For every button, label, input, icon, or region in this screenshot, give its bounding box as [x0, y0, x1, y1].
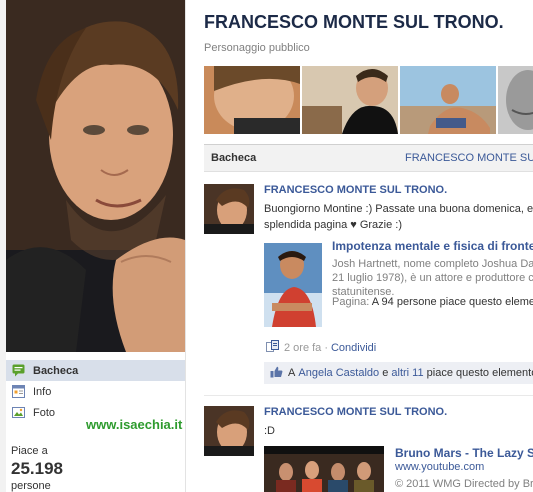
- post-body: FRANCESCO MONTE SUL TRONO. Buongiorno Mo…: [264, 184, 533, 233]
- attachment-description-line: Josh Hartnett, nome completo Joshua Dar: [332, 258, 533, 270]
- post-time[interactable]: 2 ore fa: [284, 342, 321, 354]
- likes-count: 25.198: [11, 459, 63, 478]
- attachment-title[interactable]: Impotenza mentale e fisica di fronte: [332, 239, 533, 253]
- attachment-meta-text: A 94 persone piace questo elemen: [371, 296, 533, 308]
- wall-tabs: Bacheca FRANCESCO MONTE SUL TR: [204, 144, 533, 172]
- strip-photo[interactable]: [204, 66, 300, 134]
- sidebar-nav: Bacheca Info Foto: [6, 360, 185, 423]
- post-message-line: splendida pagina ♥ Grazie :): [264, 219, 402, 231]
- strip-photo[interactable]: [302, 66, 398, 134]
- photo-icon: [12, 406, 25, 419]
- attachment-description: Josh Hartnett, nome completo Joshua Dar …: [332, 257, 533, 299]
- thumbs-up-icon: [270, 366, 283, 381]
- strip-photo[interactable]: [400, 66, 496, 134]
- strip-photo[interactable]: [498, 66, 533, 134]
- likes-box: Piace a 25.198 persone: [11, 445, 63, 492]
- video-thumbnail[interactable]: [264, 446, 384, 492]
- likes-suffix: piace questo elemento: [426, 367, 533, 379]
- attachment-thumbnail[interactable]: [264, 243, 322, 327]
- sidebar-item-label: Foto: [33, 406, 56, 419]
- attachment-meta-label: Pagina:: [332, 296, 370, 308]
- post-message: :D: [264, 425, 275, 437]
- tab-page-name[interactable]: FRANCESCO MONTE SUL TR: [405, 152, 533, 164]
- share-status-icon: [266, 340, 280, 355]
- post-avatar[interactable]: [204, 184, 254, 234]
- post-body: FRANCESCO MONTE SUL TRONO. :D: [264, 406, 533, 439]
- profile-picture[interactable]: [6, 0, 185, 352]
- video-title[interactable]: Bruno Mars - The Lazy So: [395, 446, 533, 460]
- post-author[interactable]: FRANCESCO MONTE SUL TRONO.: [264, 406, 533, 418]
- page-title[interactable]: FRANCESCO MONTE SUL TRONO.: [204, 12, 504, 33]
- likes-unit: persone: [11, 480, 51, 492]
- video-url[interactable]: www.youtube.com: [395, 461, 484, 473]
- post-likes-bar: A Angela Castaldo e altri 11 piace quest…: [264, 362, 533, 384]
- likes-label: Piace a: [11, 445, 48, 457]
- sidebar-item-info[interactable]: Info: [6, 381, 185, 402]
- post-message-line: Buongiorno Montine :) Passate una buona …: [264, 203, 533, 215]
- attachment-description-line: 21 luglio 1978), è un attore e produttor…: [332, 272, 533, 284]
- wall-post: FRANCESCO MONTE SUL TRONO. :D Bruno Mars…: [204, 406, 533, 492]
- post-footer: 2 ore fa · Condividi: [266, 340, 376, 355]
- main-content: FRANCESCO MONTE SUL TRONO. Personaggio p…: [186, 0, 533, 492]
- post-divider: [204, 395, 533, 396]
- attachment-meta: Pagina: A 94 persone piace questo elemen: [332, 296, 533, 308]
- video-description: © 2011 WMG Directed by Bru: [395, 478, 533, 490]
- wall-post: FRANCESCO MONTE SUL TRONO. Buongiorno Mo…: [204, 184, 533, 394]
- sidebar-item-wall[interactable]: Bacheca: [6, 360, 185, 381]
- liker-name-link[interactable]: Angela Castaldo: [298, 367, 379, 379]
- post-author[interactable]: FRANCESCO MONTE SUL TRONO.: [264, 184, 533, 196]
- footer-separator: ·: [324, 341, 328, 354]
- post-message: Buongiorno Montine :) Passate una buona …: [264, 201, 533, 233]
- sidebar-item-label: Info: [33, 385, 52, 398]
- page-category: Personaggio pubblico: [204, 42, 310, 54]
- other-likers-link[interactable]: altri 11: [391, 367, 423, 379]
- photo-strip: [204, 66, 533, 134]
- info-icon: [12, 385, 25, 398]
- tab-wall[interactable]: Bacheca: [211, 152, 256, 164]
- share-link[interactable]: Condividi: [331, 342, 376, 354]
- post-avatar[interactable]: [204, 406, 254, 456]
- wall-icon: [12, 364, 25, 377]
- watermark: www.isaechia.it: [86, 417, 183, 432]
- likes-conjunction: e: [382, 367, 389, 379]
- sidebar-item-label: Bacheca: [33, 364, 79, 377]
- likes-prefix: A: [288, 367, 296, 379]
